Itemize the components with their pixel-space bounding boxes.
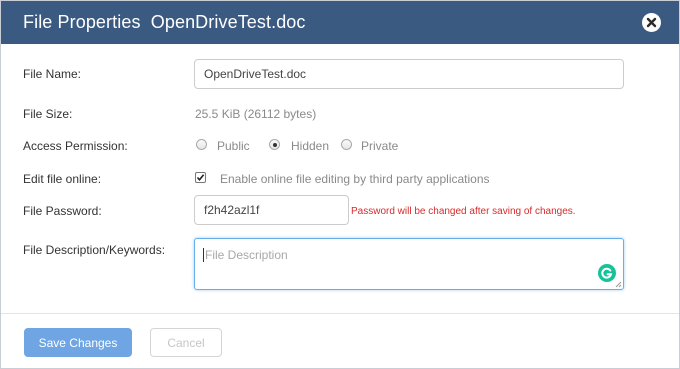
file-password-value: f2h42azl1f [204,203,260,217]
file-name-label: File Name: [23,67,82,81]
radio-private-label[interactable]: Private [361,139,398,153]
checkmark-icon [196,174,205,182]
file-description-placeholder: File Description [205,248,288,262]
radio-public[interactable] [196,139,207,150]
file-properties-dialog: File Properties OpenDriveTest.doc File N… [0,0,680,369]
file-name-input[interactable]: OpenDriveTest.doc [194,59,624,89]
radio-hidden-label[interactable]: Hidden [291,139,329,153]
file-description-label: File Description/Keywords: [23,243,166,257]
file-name-value: OpenDriveTest.doc [204,67,307,81]
resize-handle-icon[interactable] [614,280,622,288]
file-size-value: 25.5 KiB (26112 bytes) [195,107,317,121]
save-changes-button[interactable]: Save Changes [24,328,132,357]
edit-online-checkbox[interactable] [195,172,206,183]
cancel-button[interactable]: Cancel [150,328,222,357]
radio-public-label[interactable]: Public [217,139,250,153]
footer-divider [1,313,679,314]
password-warning: Password will be changed after saving of… [351,206,576,217]
dialog-header: File Properties OpenDriveTest.doc [1,1,679,44]
file-size-label: File Size: [23,107,73,121]
file-password-label: File Password: [23,204,102,218]
edit-online-checkbox-label[interactable]: Enable online file editing by third part… [220,172,490,186]
dialog-title: File Properties OpenDriveTest.doc [23,12,306,32]
file-description-textarea[interactable]: File Description [194,238,624,290]
close-icon[interactable] [642,13,661,32]
radio-private[interactable] [341,139,352,150]
access-permission-label: Access Permission: [23,139,128,153]
radio-hidden[interactable] [269,139,280,150]
text-caret [203,248,204,262]
edit-online-label: Edit file online: [23,172,102,186]
file-password-input[interactable]: f2h42azl1f [194,195,349,225]
